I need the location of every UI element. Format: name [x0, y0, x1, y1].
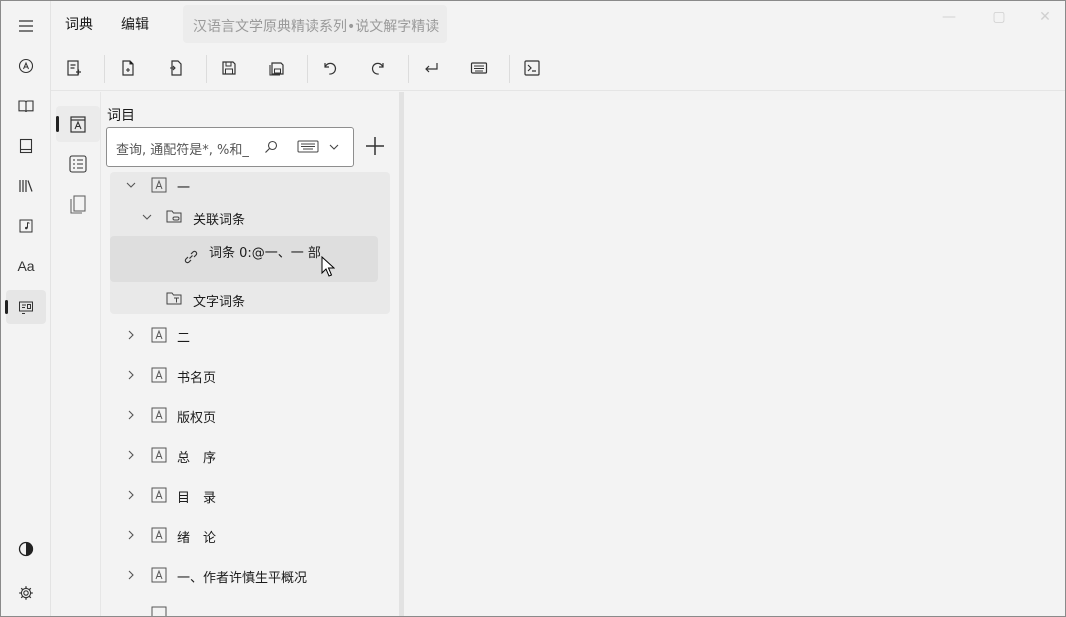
- chevron-right-icon[interactable]: [125, 449, 137, 461]
- entries-panel: 词目 查询, 通配符是*, %和_ 一 关联词条 词条 0:@一、一 部 文字词…: [101, 92, 399, 616]
- save-icon[interactable]: [212, 53, 246, 83]
- tree-item-label: 关联词条: [193, 213, 246, 228]
- tree-row[interactable]: 词条 0:@一、一 部: [101, 238, 391, 264]
- toolbar-separator: [104, 55, 105, 83]
- font-icon[interactable]: Aa: [6, 249, 46, 283]
- tree-row[interactable]: 关联词条: [101, 205, 391, 229]
- text-folder-icon: [166, 292, 182, 305]
- toolbar-separator: [206, 55, 207, 83]
- tree-row[interactable]: 总 序: [101, 443, 391, 467]
- entry-icon: [151, 487, 167, 503]
- mouse-cursor-icon: [321, 256, 335, 277]
- enter-icon[interactable]: [414, 53, 448, 83]
- tree-row[interactable]: 文字词条: [101, 287, 391, 311]
- app-window: Aa 词典 编辑 汉语言文学原典精读系列•说文解字精读 — ▢ ✕ 词目 查询,…: [0, 0, 1066, 617]
- keyboard-panel-icon[interactable]: [462, 53, 496, 83]
- save-all-icon[interactable]: [260, 53, 294, 83]
- open-file-icon[interactable]: [159, 53, 193, 83]
- font-icon-label: Aa: [17, 258, 35, 274]
- book-open-icon[interactable]: [6, 89, 46, 123]
- add-entry-button[interactable]: [359, 130, 391, 162]
- chevron-right-icon[interactable]: [125, 489, 137, 501]
- entry-icon: [151, 527, 167, 543]
- tree-item-label: 绪 论: [177, 531, 217, 546]
- theme-icon[interactable]: [6, 532, 46, 566]
- tree-item-label: 书名页: [177, 371, 217, 386]
- chevron-down-icon[interactable]: [141, 211, 153, 223]
- maximize-icon[interactable]: ▢: [985, 9, 1013, 29]
- toolbar-separator: [307, 55, 308, 83]
- dictionary-icon[interactable]: [5, 290, 46, 324]
- entry-icon: [151, 606, 167, 616]
- chevron-down-icon[interactable]: [125, 179, 137, 191]
- tree-item-label: 目 录: [177, 491, 217, 506]
- secondary-nav: [51, 92, 101, 616]
- chevron-right-icon[interactable]: [125, 369, 137, 381]
- left-rail: Aa: [1, 1, 51, 616]
- tree-item-label: 一、作者许慎生平概况: [177, 571, 308, 586]
- library-icon[interactable]: [6, 169, 46, 203]
- tree-row[interactable]: 书名页: [101, 363, 391, 387]
- chevron-right-icon[interactable]: [125, 529, 137, 541]
- copy-pages-icon[interactable]: [56, 186, 100, 222]
- entry-icon: [151, 407, 167, 423]
- linked-folder-icon: [166, 210, 182, 223]
- link-icon: [184, 250, 198, 264]
- chevron-right-icon[interactable]: [125, 409, 137, 421]
- list-icon[interactable]: [56, 146, 100, 182]
- chevron-right-icon[interactable]: [125, 329, 137, 341]
- entry-icon: [151, 327, 167, 343]
- keyboard-icon[interactable]: [297, 140, 319, 158]
- document-title: 汉语言文学原典精读系列•说文解字精读: [183, 5, 447, 43]
- chevron-down-icon[interactable]: [328, 141, 340, 157]
- new-entry-icon[interactable]: [57, 53, 91, 83]
- tree-item-label: 总 序: [177, 451, 217, 466]
- search-icon[interactable]: [263, 139, 279, 159]
- book-icon[interactable]: [6, 129, 46, 163]
- panel-title: 词目: [107, 108, 135, 124]
- redo-icon[interactable]: [361, 53, 395, 83]
- chevron-right-icon[interactable]: [125, 569, 137, 581]
- music-note-icon[interactable]: [6, 209, 46, 243]
- search-letter-icon[interactable]: [6, 49, 46, 83]
- tree-row[interactable]: 一、作者许慎生平概况: [101, 563, 391, 587]
- entry-tree-icon[interactable]: [56, 106, 100, 142]
- minimize-icon[interactable]: —: [935, 9, 963, 29]
- tree-item-label: 文字词条: [193, 295, 246, 310]
- tree-row[interactable]: 一: [101, 173, 391, 197]
- tree-item-label: 版权页: [177, 411, 217, 426]
- search-placeholder: 查询, 通配符是*, %和_: [116, 143, 249, 158]
- tree-row[interactable]: [101, 604, 391, 616]
- entry-icon: [151, 567, 167, 583]
- terminal-icon[interactable]: [515, 53, 549, 83]
- toolbar-separator: [509, 55, 510, 83]
- search-input[interactable]: 查询, 通配符是*, %和_: [106, 127, 354, 167]
- tree-row[interactable]: 绪 论: [101, 523, 391, 547]
- menubar: 词典 编辑 汉语言文学原典精读系列•说文解字精读 — ▢ ✕: [51, 1, 1065, 47]
- close-icon[interactable]: ✕: [1031, 9, 1059, 29]
- tree-item-label: 一: [177, 181, 191, 196]
- new-file-icon[interactable]: [111, 53, 145, 83]
- tree-row[interactable]: 目 录: [101, 483, 391, 507]
- menu-edit[interactable]: 编辑: [121, 14, 149, 34]
- content-area: [404, 92, 1065, 616]
- toolbar-separator: [408, 55, 409, 83]
- tree-item-label: 词条 0:@一、一 部: [209, 246, 321, 261]
- tree-row[interactable]: 版权页: [101, 403, 391, 427]
- entry-icon: [151, 447, 167, 463]
- settings-icon[interactable]: [6, 576, 46, 610]
- undo-icon[interactable]: [313, 53, 347, 83]
- toolbar: [51, 47, 1065, 91]
- menu-icon[interactable]: [6, 9, 46, 43]
- entry-icon: [151, 367, 167, 383]
- tree-row[interactable]: 二: [101, 323, 391, 347]
- menu-dictionary[interactable]: 词典: [65, 14, 93, 34]
- entry-icon: [151, 177, 167, 193]
- tree-item-label: 二: [177, 331, 191, 346]
